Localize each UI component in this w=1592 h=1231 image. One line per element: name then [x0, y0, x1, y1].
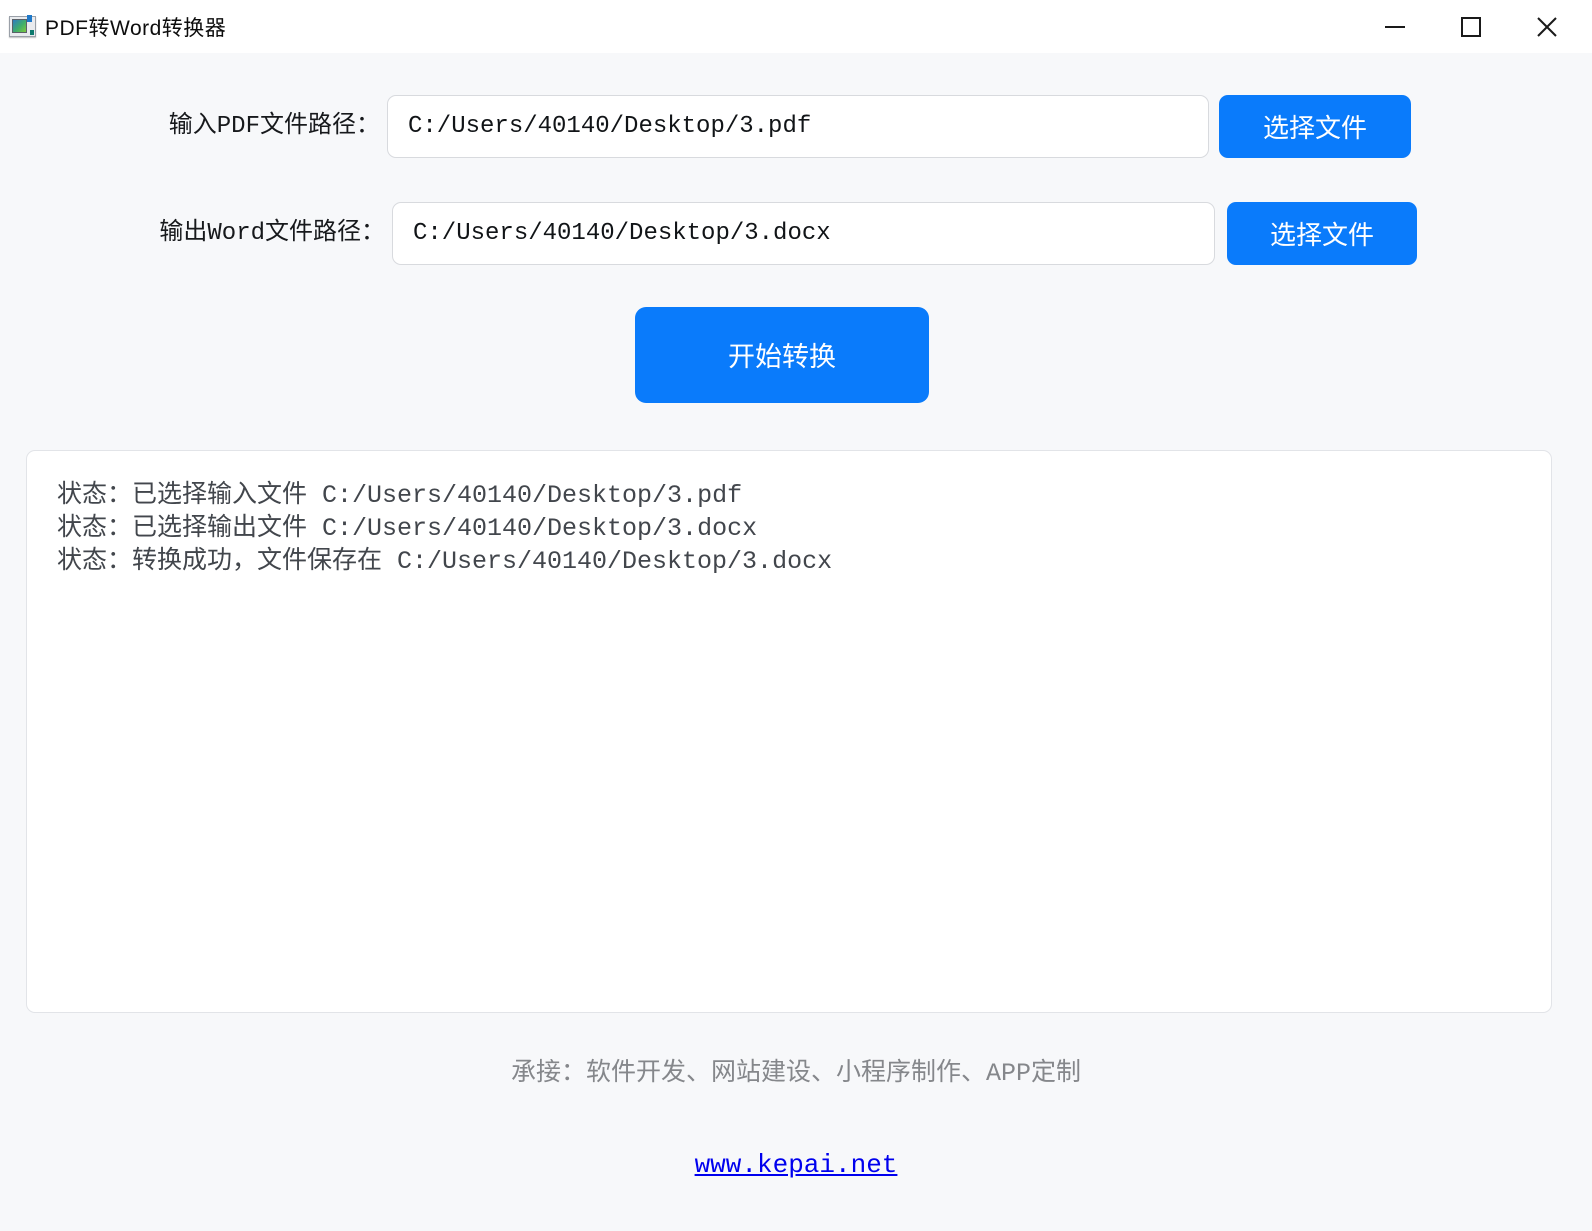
app-window: PDF转Word转换器 [0, 0, 1592, 1231]
close-button[interactable] [1516, 0, 1578, 53]
maximize-icon [1460, 16, 1482, 38]
close-icon [1536, 16, 1558, 38]
choose-input-file-button[interactable]: 选择文件 [1219, 95, 1411, 158]
output-word-path-label: 输出Word文件路径： [0, 202, 385, 265]
footer-link-row: www.kepai.net [0, 1150, 1592, 1180]
minimize-button[interactable] [1364, 0, 1426, 53]
choose-output-file-button[interactable]: 选择文件 [1227, 202, 1417, 265]
status-log-box[interactable]: 状态：已选择输入文件 C:/Users/40140/Desktop/3.pdf … [26, 450, 1552, 1013]
maximize-button[interactable] [1440, 0, 1502, 53]
status-line-output-selected: 状态：已选择输出文件 C:/Users/40140/Desktop/3.docx [57, 512, 1521, 545]
input-pdf-path-field[interactable] [387, 95, 1209, 158]
footer-services-text: 承接：软件开发、网站建设、小程序制作、APP定制 [0, 1052, 1592, 1088]
app-icon-thumbnail [12, 19, 27, 33]
window-controls [1364, 0, 1592, 53]
window-title: PDF转Word转换器 [45, 12, 226, 42]
input-pdf-path-label: 输入PDF文件路径： [0, 95, 380, 158]
app-icon-dot [30, 30, 34, 35]
status-line-input-selected: 状态：已选择输入文件 C:/Users/40140/Desktop/3.pdf [57, 479, 1521, 512]
minimize-icon [1384, 16, 1406, 38]
status-line-convert-success: 状态：转换成功，文件保存在 C:/Users/40140/Desktop/3.d… [57, 545, 1521, 578]
start-convert-button[interactable]: 开始转换 [635, 307, 929, 403]
title-bar: PDF转Word转换器 [0, 0, 1592, 53]
app-icon [9, 16, 36, 37]
app-icon-notch [27, 15, 32, 22]
output-word-path-field[interactable] [392, 202, 1215, 265]
website-link[interactable]: www.kepai.net [695, 1150, 898, 1180]
